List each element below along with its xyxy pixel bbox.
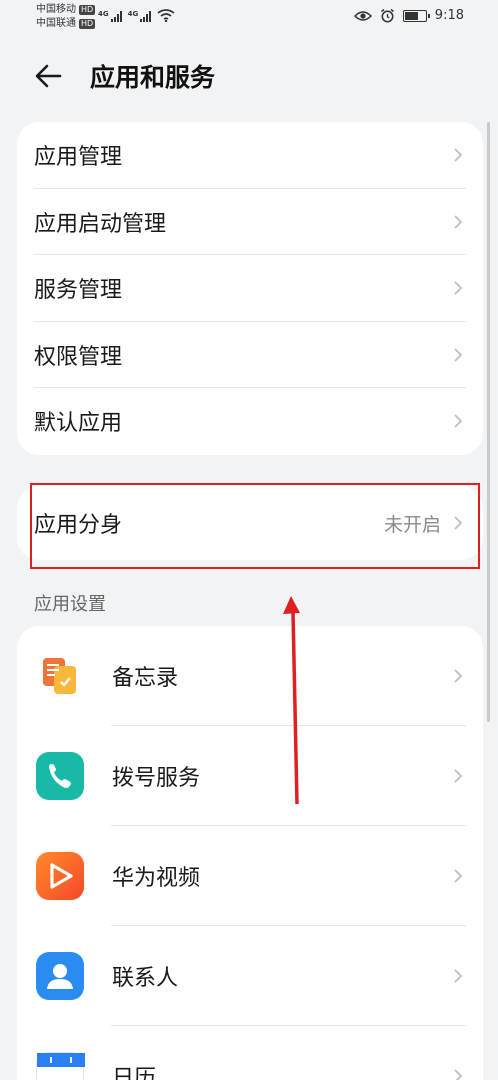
app-item-label: 联系人	[112, 966, 179, 991]
carrier-info: 中国移动 HD 中国联通 HD	[36, 3, 96, 31]
menu-item-label: 权限管理	[34, 344, 123, 370]
chevron-right-icon	[454, 148, 463, 162]
menu-item-label: 应用分身	[34, 513, 123, 538]
carrier-1: 中国移动	[36, 4, 76, 15]
calendar-icon	[36, 1052, 85, 1080]
chevron-right-icon	[454, 1069, 463, 1080]
chevron-right-icon	[454, 215, 463, 229]
hd-badge: HD	[79, 5, 96, 15]
app-clone-card: 应用分身 未开启	[17, 486, 483, 560]
menu-item-app-launch[interactable]: 应用启动管理	[17, 189, 483, 255]
app-item-calendar[interactable]: 日历	[17, 1026, 483, 1080]
eye-icon	[353, 10, 372, 21]
status-bar: 中国移动 HD 中国联通 HD 4G 4G 9:18	[0, 0, 498, 34]
app-item-memo[interactable]: 备忘录	[17, 626, 483, 726]
signal-icon: 4G	[128, 10, 152, 22]
signal-icon: 4G	[98, 10, 122, 22]
menu-item-default-apps[interactable]: 默认应用	[17, 388, 483, 455]
app-item-label: 拨号服务	[112, 766, 201, 791]
chevron-right-icon	[454, 414, 463, 428]
video-icon	[36, 852, 84, 900]
battery-icon	[402, 9, 430, 22]
phone-icon	[36, 752, 84, 800]
chevron-right-icon	[454, 348, 463, 362]
app-item-label: 日历	[112, 1066, 157, 1080]
alarm-icon	[380, 8, 394, 23]
menu-item-label: 应用管理	[34, 145, 123, 171]
management-card: 应用管理 应用启动管理 服务管理 权限管理 默认应用	[17, 122, 483, 455]
app-item-dialer[interactable]: 拨号服务	[17, 726, 483, 826]
contacts-icon	[36, 952, 84, 1000]
app-services-screen: 中国移动 HD 中国联通 HD 4G 4G 9:18 应用和服务 应用管理 应用…	[0, 0, 498, 1080]
chevron-right-icon	[454, 869, 463, 883]
app-item-contacts[interactable]: 联系人	[17, 926, 483, 1026]
section-header-app-settings: 应用设置	[34, 594, 106, 615]
wifi-icon	[157, 9, 175, 22]
app-item-label: 华为视频	[112, 866, 201, 891]
status-right: 9:18	[353, 8, 464, 23]
hd-badge: HD	[79, 19, 96, 29]
app-settings-card: 备忘录 拨号服务 华为视频 联系人 日历	[17, 626, 483, 1080]
back-button[interactable]	[30, 56, 70, 96]
menu-item-permissions[interactable]: 权限管理	[17, 322, 483, 388]
signal-indicators: 4G 4G	[98, 9, 175, 22]
app-clone-status: 未开启	[383, 513, 441, 536]
page-title: 应用和服务	[90, 63, 216, 92]
page-header: 应用和服务	[0, 48, 498, 100]
carrier-2: 中国联通	[36, 18, 76, 29]
chevron-right-icon	[454, 281, 463, 295]
scrollbar[interactable]	[487, 122, 490, 722]
menu-item-label: 服务管理	[34, 278, 123, 304]
chevron-right-icon	[454, 669, 463, 683]
menu-item-app-clone[interactable]: 应用分身 未开启	[17, 486, 483, 560]
back-arrow-icon	[35, 64, 62, 88]
clock: 9:18	[434, 8, 464, 23]
chevron-right-icon	[454, 969, 463, 983]
chevron-right-icon	[454, 516, 463, 530]
memo-icon	[36, 652, 84, 700]
app-item-huawei-video[interactable]: 华为视频	[17, 826, 483, 926]
menu-item-app-management[interactable]: 应用管理	[17, 122, 483, 189]
chevron-right-icon	[454, 769, 463, 783]
menu-item-label: 应用启动管理	[34, 211, 167, 237]
app-item-label: 备忘录	[112, 666, 179, 691]
menu-item-label: 默认应用	[34, 411, 123, 437]
menu-item-service-management[interactable]: 服务管理	[17, 255, 483, 322]
